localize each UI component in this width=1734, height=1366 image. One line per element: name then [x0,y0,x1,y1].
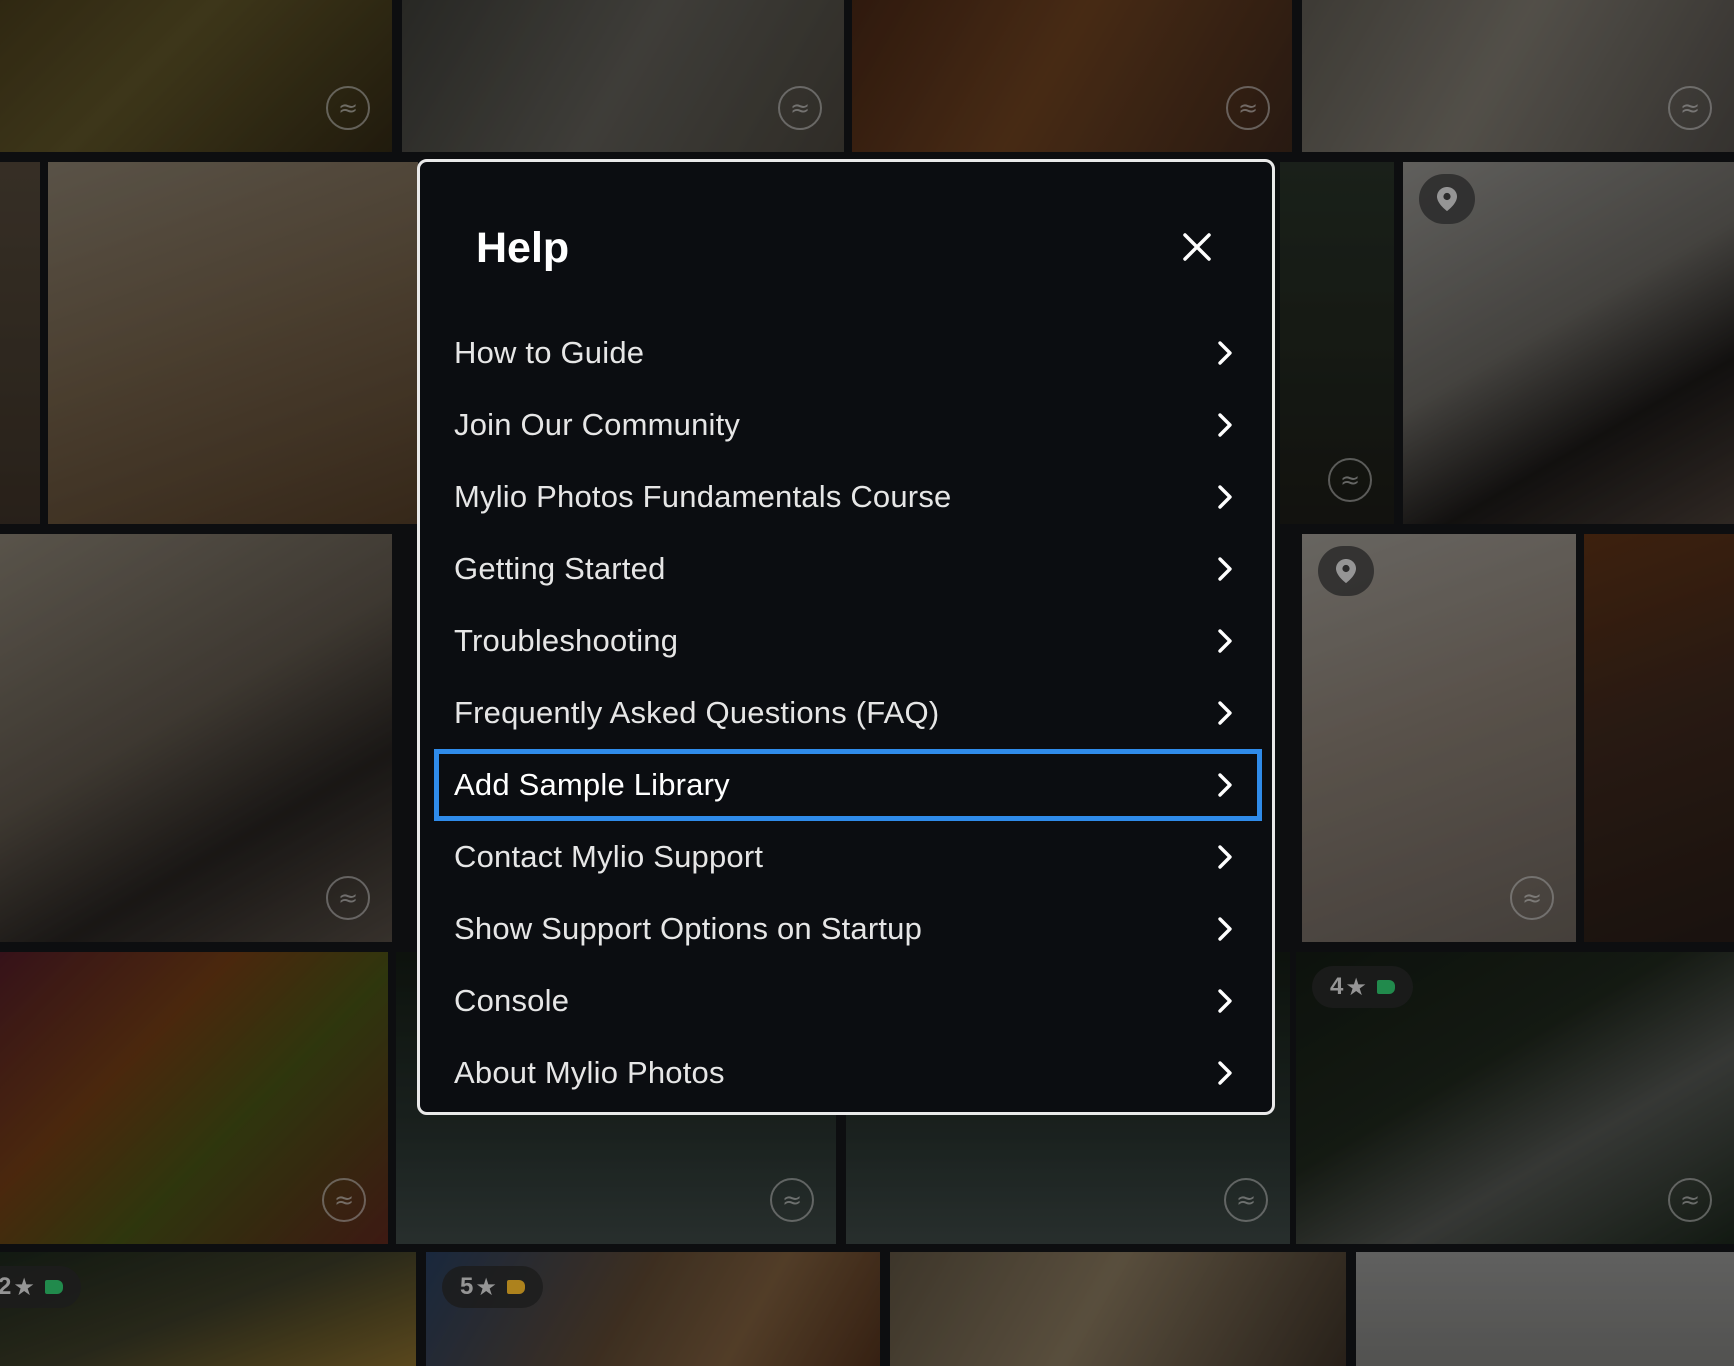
help-dialog: Help How to Guide Join Our Community Myl… [417,159,1275,1115]
menu-item-label: How to Guide [454,335,645,370]
chevron-right-icon [1218,701,1232,725]
chevron-right-icon [1218,773,1232,797]
menu-item-label: Show Support Options on Startup [454,911,923,946]
menu-item-contact-support[interactable]: Contact Mylio Support [434,821,1262,893]
close-button[interactable] [1174,224,1220,270]
menu-item-console[interactable]: Console [434,965,1262,1037]
menu-item-getting-started[interactable]: Getting Started [434,533,1262,605]
menu-item-add-sample-library[interactable]: Add Sample Library [434,749,1262,821]
menu-item-join-our-community[interactable]: Join Our Community [434,389,1262,461]
menu-item-label: Join Our Community [454,407,741,442]
chevron-right-icon [1218,413,1232,437]
dialog-title: Help [476,224,570,272]
chevron-right-icon [1218,989,1232,1013]
menu-item-about-mylio-photos[interactable]: About Mylio Photos [434,1037,1262,1098]
help-menu-list[interactable]: How to Guide Join Our Community Mylio Ph… [434,332,1262,1098]
chevron-right-icon [1218,341,1232,365]
chevron-right-icon [1218,845,1232,869]
chevron-right-icon [1218,557,1232,581]
menu-item-label: Mylio Photos Fundamentals Course [454,479,952,514]
menu-item-label: Add Sample Library [454,767,730,802]
menu-item-troubleshooting[interactable]: Troubleshooting [434,605,1262,677]
menu-item-label: About Mylio Photos [454,1055,725,1090]
menu-item-label: Contact Mylio Support [454,839,764,874]
menu-item-faq[interactable]: Frequently Asked Questions (FAQ) [434,677,1262,749]
chevron-right-icon [1218,629,1232,653]
menu-item-support-options-startup[interactable]: Show Support Options on Startup [434,893,1262,965]
menu-item-how-to-guide[interactable]: How to Guide [434,332,1262,389]
menu-item-label: Frequently Asked Questions (FAQ) [454,695,940,730]
menu-item-label: Troubleshooting [454,623,679,658]
close-icon [1183,233,1211,261]
menu-item-label: Getting Started [454,551,666,586]
menu-item-fundamentals-course[interactable]: Mylio Photos Fundamentals Course [434,461,1262,533]
chevron-right-icon [1218,917,1232,941]
menu-item-label: Console [454,983,570,1018]
chevron-right-icon [1218,485,1232,509]
chevron-right-icon [1218,1061,1232,1085]
